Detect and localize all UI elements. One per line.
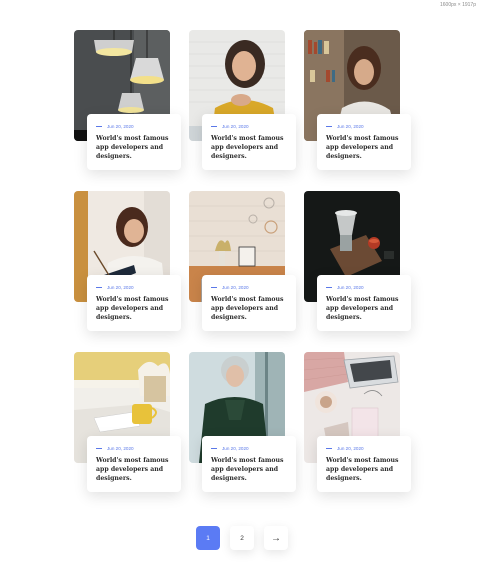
blog-card[interactable]: Jun 20, 2020 World's most famous app dev…	[304, 30, 412, 174]
post-info-panel: Jun 20, 2020 World's most famous app dev…	[87, 436, 181, 492]
post-date: Jun 20, 2020	[222, 123, 249, 129]
pagination: 1 2 →	[196, 526, 288, 550]
post-info-panel: Jun 20, 2020 World's most famous app dev…	[317, 436, 411, 492]
post-title-link[interactable]: World's most famous app developers and d…	[326, 134, 402, 161]
post-title-link[interactable]: World's most famous app developers and d…	[96, 295, 172, 322]
post-date: Jun 20, 2020	[107, 123, 134, 129]
blog-card[interactable]: Jun 20, 2020 World's most famous app dev…	[304, 191, 412, 335]
post-date: Jun 20, 2020	[222, 445, 249, 451]
post-info-panel: Jun 20, 2020 World's most famous app dev…	[202, 275, 296, 331]
page-2-button[interactable]: 2	[230, 526, 254, 550]
post-title-link[interactable]: World's most famous app developers and d…	[326, 456, 402, 483]
post-info-panel: Jun 20, 2020 World's most famous app dev…	[87, 275, 181, 331]
post-date: Jun 20, 2020	[337, 445, 364, 451]
post-date: Jun 20, 2020	[337, 123, 364, 129]
blog-card[interactable]: Jun 20, 2020 World's most famous app dev…	[74, 352, 182, 496]
post-info-panel: Jun 20, 2020 World's most famous app dev…	[87, 114, 181, 170]
post-title-link[interactable]: World's most famous app developers and d…	[326, 295, 402, 322]
arrow-right-icon: →	[271, 532, 281, 544]
post-title-link[interactable]: World's most famous app developers and d…	[211, 456, 287, 483]
date-dash	[326, 447, 332, 449]
post-info-panel: Jun 20, 2020 World's most famous app dev…	[202, 114, 296, 170]
post-info-panel: Jun 20, 2020 World's most famous app dev…	[202, 436, 296, 492]
blog-card[interactable]: Jun 20, 2020 World's most famous app dev…	[74, 30, 182, 174]
blog-card[interactable]: Jun 20, 2020 World's most famous app dev…	[74, 191, 182, 335]
date-dash	[326, 125, 332, 127]
post-title-link[interactable]: World's most famous app developers and d…	[96, 134, 172, 161]
date-dash	[96, 447, 102, 449]
blog-card[interactable]: Jun 20, 2020 World's most famous app dev…	[189, 352, 297, 496]
date-dash	[211, 125, 217, 127]
blog-card[interactable]: Jun 20, 2020 World's most famous app dev…	[304, 352, 412, 496]
post-date: Jun 20, 2020	[107, 284, 134, 290]
post-title-link[interactable]: World's most famous app developers and d…	[211, 295, 287, 322]
date-dash	[211, 286, 217, 288]
post-date: Jun 20, 2020	[222, 284, 249, 290]
post-date: Jun 20, 2020	[107, 445, 134, 451]
post-info-panel: Jun 20, 2020 World's most famous app dev…	[317, 275, 411, 331]
next-page-button[interactable]: →	[264, 526, 288, 550]
screen-size-label: 1600px × 1917p	[439, 2, 476, 8]
date-dash	[96, 125, 102, 127]
post-date: Jun 20, 2020	[337, 284, 364, 290]
post-title-link[interactable]: World's most famous app developers and d…	[96, 456, 172, 483]
date-dash	[211, 447, 217, 449]
date-dash	[326, 286, 332, 288]
page-1-button[interactable]: 1	[196, 526, 220, 550]
blog-card[interactable]: Jun 20, 2020 World's most famous app dev…	[189, 30, 297, 174]
post-title-link[interactable]: World's most famous app developers and d…	[211, 134, 287, 161]
post-info-panel: Jun 20, 2020 World's most famous app dev…	[317, 114, 411, 170]
date-dash	[96, 286, 102, 288]
blog-card[interactable]: Jun 20, 2020 World's most famous app dev…	[189, 191, 297, 335]
